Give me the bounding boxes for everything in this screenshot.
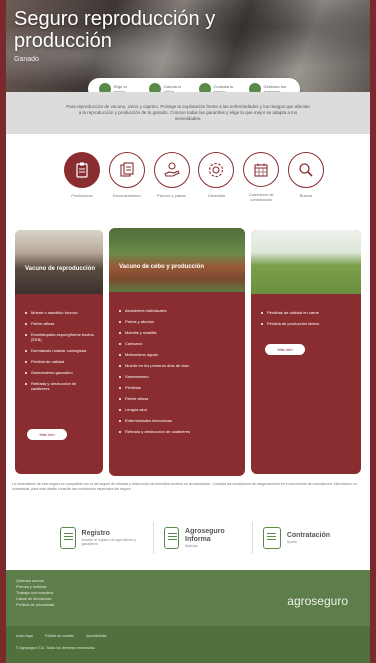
list-item: Fiebre aftosa [119, 396, 229, 401]
services-bar: Registro Accede al registro de agriculto… [50, 520, 340, 556]
service-contratacion[interactable]: Contratación Ayuda [251, 522, 340, 554]
list-item: Carbunco [119, 341, 229, 346]
product-card: Pérdidas de calidad en carne Pérdida de … [251, 230, 361, 474]
newsletter-icon [163, 527, 180, 549]
list-item: Meteorismo agudo [119, 352, 229, 357]
category-label: Garantías [207, 193, 226, 198]
list-item: Accidentes individuales [119, 308, 229, 313]
service-desc: Ayuda [286, 539, 297, 544]
form-icon [60, 527, 76, 549]
category-productores[interactable]: Productores [62, 152, 102, 202]
category-buscar[interactable]: Buscar [286, 152, 326, 202]
product-card: Vacuno de reproducción Muerte o sacrific… [15, 230, 103, 474]
legal-link[interactable]: Política de cookies [45, 634, 74, 638]
category-calendario[interactable]: Calendario de contratación [241, 152, 281, 202]
list-item: Partos y abortos [119, 319, 229, 324]
list-item: Pérdidas [119, 385, 229, 390]
product-card: Vacuno de cebo y producción Accidentes i… [109, 228, 245, 476]
documents-icon [108, 152, 145, 188]
legal-link[interactable]: Accesibilidad [86, 634, 106, 638]
copyright: © Agroseguro S.A. Todos los derechos res… [16, 646, 96, 650]
service-desc: Noticias [185, 543, 198, 548]
category-label: Calendario de contratación [248, 192, 274, 202]
category-label: Precios y plazos [157, 193, 187, 198]
list-item: Muerte o sacrificio forzoso [25, 310, 95, 315]
gear-icon [198, 152, 235, 188]
list-item: Saneamiento ganadero [25, 370, 95, 375]
search-icon [287, 152, 324, 188]
category-label: Productores [71, 193, 93, 198]
list-item: Pérdida de producción láctea [261, 321, 351, 326]
list-item: Enfermedades infecciosas [119, 418, 229, 423]
category-garantias[interactable]: Garantías [196, 152, 236, 202]
list-item: Pérdidas de calidad en carne [261, 310, 351, 315]
hand-coin-icon [153, 152, 190, 188]
product-cards: Vacuno de reproducción Muerte o sacrific… [15, 228, 361, 478]
legal-links: Aviso legal Política de cookies Accesibi… [16, 634, 360, 638]
service-registro[interactable]: Registro Accede al registro de agriculto… [50, 522, 153, 554]
list-item: Retirada y destrucción de cadáveres [119, 429, 229, 434]
brand-logo[interactable]: agroseguro [287, 594, 348, 608]
clipboard-icon [64, 152, 100, 188]
card-list: Pérdidas de calidad en carne Pérdida de … [261, 310, 351, 332]
list-item: Mamitis y mastitis [119, 330, 229, 335]
cattle-photo [109, 228, 245, 292]
category-precios[interactable]: Precios y plazos [152, 152, 192, 202]
service-desc: Accede al registro de agricultores y gan… [81, 537, 137, 547]
footnote: La contratación de este seguro es compat… [12, 482, 357, 491]
contract-icon [262, 527, 281, 549]
service-name: Agroseguro Informa [185, 527, 225, 543]
intro-text: Para reproducción de vacuno, ovino y cap… [6, 92, 370, 134]
hero-subtitle: Ganado [14, 56, 39, 63]
category-documentacion[interactable]: Documentación [107, 152, 147, 202]
list-item: Muerte en los primeros días de vida [119, 363, 229, 368]
list-item: Saneamiento [119, 374, 229, 379]
category-nav: Productores Documentación Precios y plaz… [62, 152, 326, 202]
card-list: Accidentes individuales Partos y abortos… [119, 308, 229, 440]
category-label: Documentación [112, 193, 141, 198]
footer: Quiénes somos Prensa y noticias Trabaja … [6, 570, 370, 626]
dairy-cows-photo [251, 230, 361, 294]
card-title: Vacuno de cebo y producción [119, 264, 205, 270]
subfooter: Aviso legal Política de cookies Accesibi… [6, 626, 370, 663]
card-list: Muerte o sacrificio forzoso Fiebre aftos… [25, 310, 95, 397]
calendar-icon [243, 152, 280, 187]
list-item: Fiebre aftosa [25, 321, 95, 326]
list-item: Retirada y destrucción de cadáveres [25, 381, 95, 391]
more-info-button[interactable]: Más info [27, 429, 67, 440]
card-title: Vacuno de reproducción [25, 266, 96, 272]
list-item: Pérdida de calidad [25, 359, 95, 364]
page-title: Seguro reproducción y producción [14, 8, 216, 52]
service-name: Registro [81, 529, 110, 537]
cow-photo [15, 230, 103, 294]
service-informa[interactable]: Agroseguro Informa Noticias [152, 522, 252, 554]
list-item: Encefalopatía espongiforme bovina (EEB) [25, 332, 95, 342]
service-name: Contratación [286, 531, 330, 539]
list-item: Dermatosis nodular contagiosa [25, 348, 95, 353]
category-label: Buscar [299, 193, 313, 198]
list-item: Lengua azul [119, 407, 229, 412]
page: Seguro reproducción y producción Ganado … [6, 0, 370, 663]
legal-link[interactable]: Aviso legal [16, 634, 33, 638]
more-info-button[interactable]: Más info [265, 344, 305, 355]
